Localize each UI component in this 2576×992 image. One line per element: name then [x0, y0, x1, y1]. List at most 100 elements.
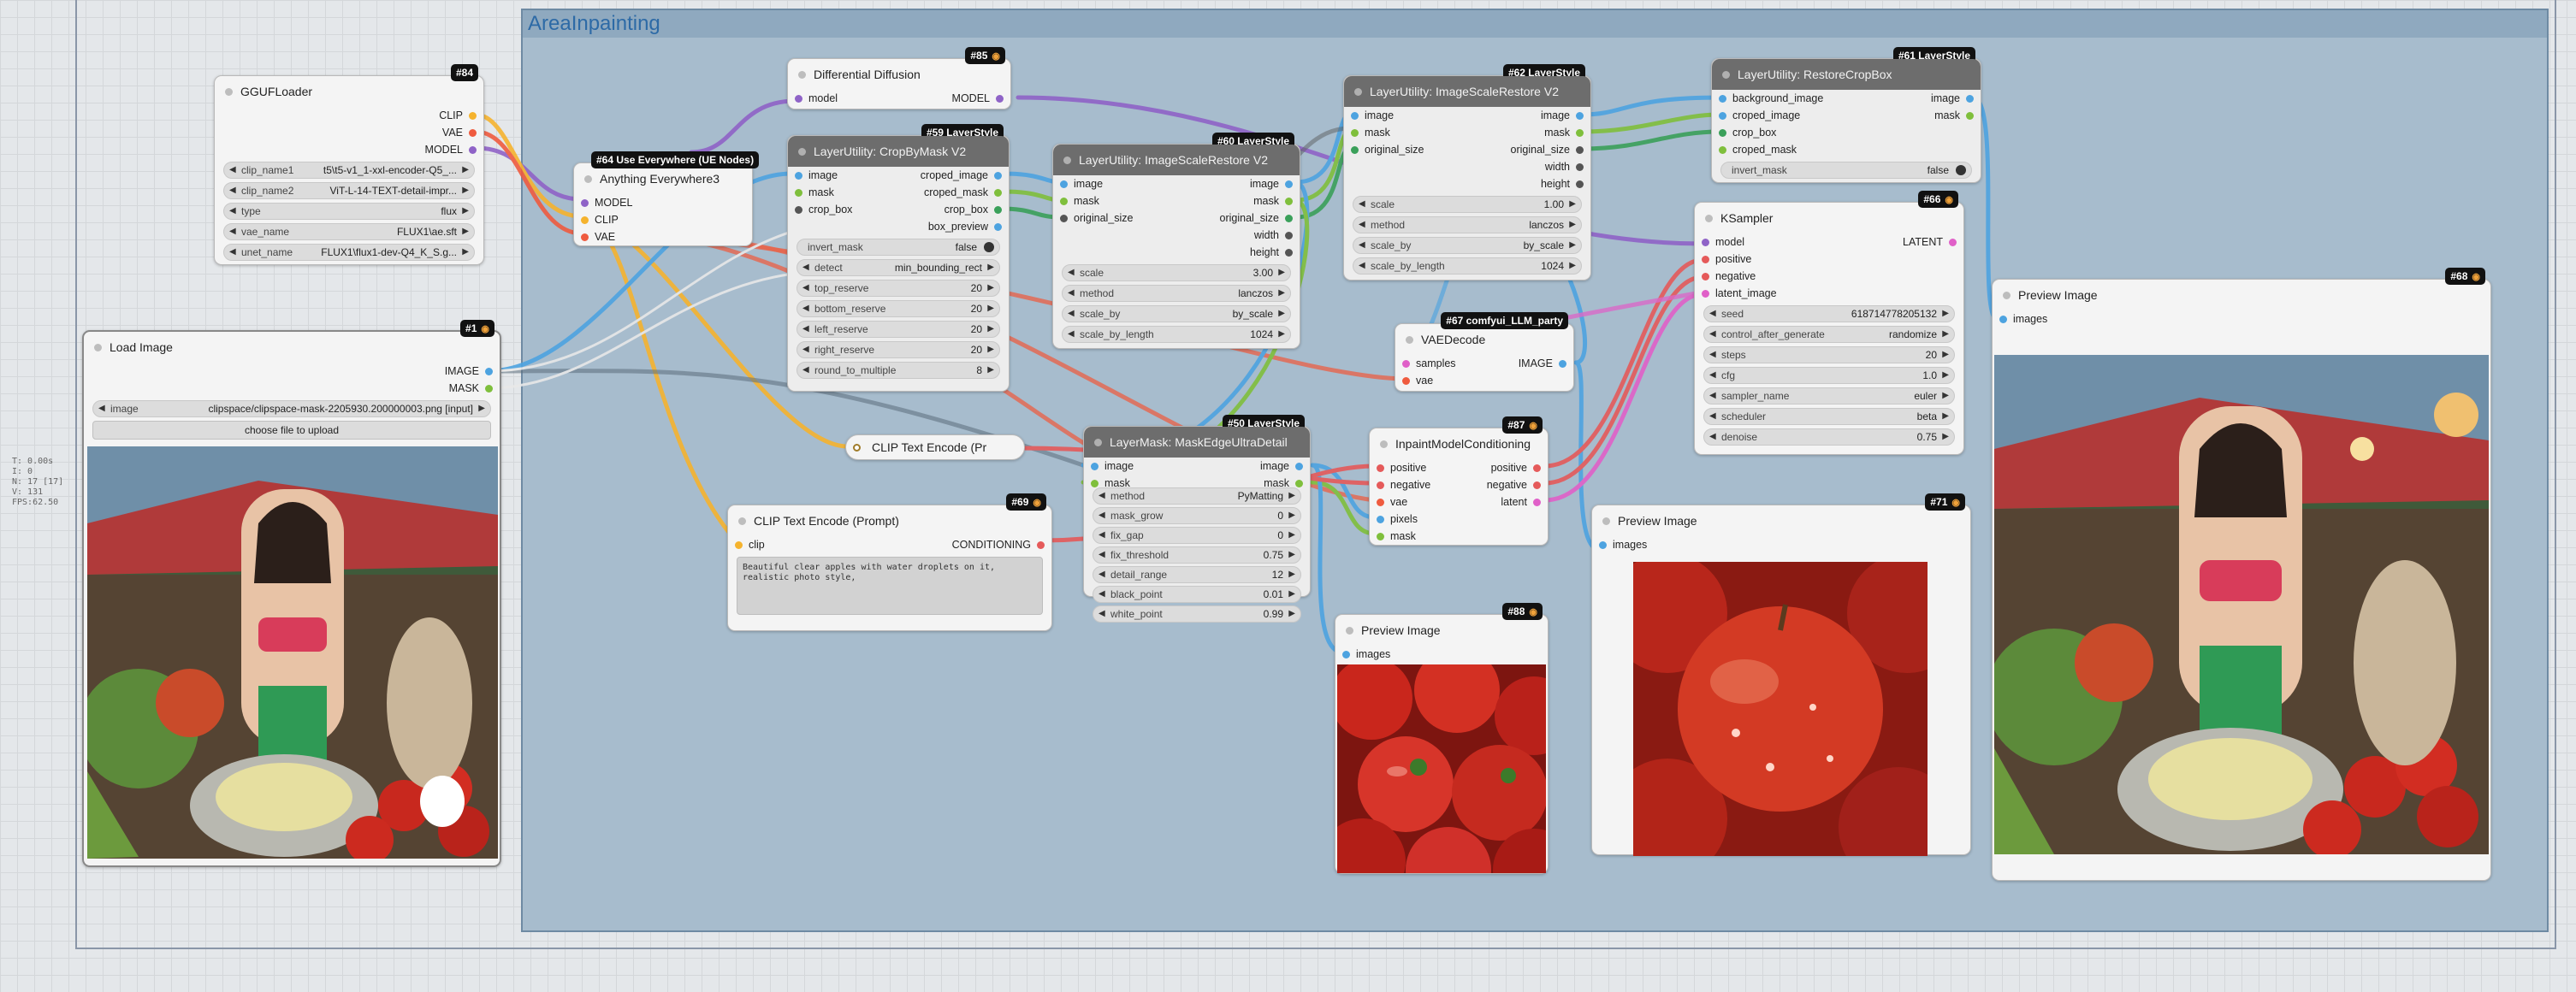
output-image[interactable]: IMAGE	[1484, 355, 1573, 372]
output-original-size[interactable]: original_size	[1176, 210, 1300, 227]
slot-dot[interactable]	[1037, 541, 1045, 549]
slot-dot[interactable]	[1949, 239, 1957, 246]
slot-dot[interactable]	[1719, 129, 1726, 137]
input-samples[interactable]: samples	[1395, 355, 1484, 372]
slot-dot[interactable]	[1559, 360, 1566, 368]
input-image[interactable]: image	[1084, 458, 1197, 475]
widget-scheduler[interactable]: ◀ scheduler beta ▶	[1703, 408, 1955, 425]
input-negative[interactable]: negative	[1695, 268, 1963, 285]
widget-bottom-reserve[interactable]: ◀ bottom_reserve 20 ▶	[796, 300, 1000, 317]
node-title[interactable]: Load Image	[84, 332, 500, 363]
widget-scale-by-length[interactable]: ◀ scale_by_length 1024 ▶	[1062, 326, 1291, 343]
widget-scale-by[interactable]: ◀ scale_by by_scale ▶	[1353, 237, 1582, 254]
node-title[interactable]: LayerUtility: ImageScaleRestore V2	[1344, 76, 1590, 107]
output-image[interactable]: image	[1846, 90, 1981, 107]
slot-dot[interactable]	[1576, 112, 1584, 120]
slot-dot[interactable]	[485, 368, 493, 375]
input-model[interactable]: model	[1695, 233, 1829, 251]
widget-control-after-generate[interactable]: ◀ control_after_generate randomize ▶	[1703, 326, 1955, 343]
slot-dot[interactable]	[1351, 129, 1359, 137]
slot-dot[interactable]	[1702, 290, 1709, 298]
widget-method[interactable]: ◀ method lanczos ▶	[1353, 216, 1582, 233]
output-clip[interactable]: CLIP	[215, 107, 483, 124]
node-ksampler[interactable]: #66 KSampler modelLATENT positive negati…	[1694, 191, 1964, 455]
node-preview-image-68[interactable]: #68 Preview Image images	[1992, 268, 2491, 881]
slot-dot[interactable]	[735, 541, 743, 549]
slot-dot[interactable]	[1576, 146, 1584, 154]
slot-dot[interactable]	[1402, 377, 1410, 385]
slot-dot[interactable]	[1576, 129, 1584, 137]
output-original-size[interactable]: original_size	[1467, 141, 1590, 158]
slot-dot[interactable]	[1285, 198, 1293, 205]
input-positive[interactable]: positive	[1695, 251, 1963, 268]
slot-dot[interactable]	[795, 172, 802, 180]
output-width[interactable]: width	[1053, 227, 1300, 244]
input-mask[interactable]: mask	[1344, 124, 1467, 141]
widget-denoise[interactable]: ◀ denoise 0.75 ▶	[1703, 428, 1955, 446]
input-crop-box[interactable]: crop_box	[1712, 124, 1981, 141]
slot-dot[interactable]	[469, 129, 477, 137]
input-negative[interactable]: negative	[1370, 476, 1459, 493]
slot-dot[interactable]	[1719, 112, 1726, 120]
output-height[interactable]: height	[1344, 175, 1590, 192]
node-restore-crop-box[interactable]: #61 LayerStyle LayerUtility: RestoreCrop…	[1711, 47, 1981, 183]
slot-dot[interactable]	[1533, 481, 1541, 489]
widget-unet-name[interactable]: ◀ unet_name FLUX1\flux1-dev-Q4_K_S.g... ▶	[223, 244, 475, 261]
slot-dot[interactable]	[795, 206, 802, 214]
widget-clip-name1[interactable]: ◀ clip_name1 t5\t5-v1_1-xxl-encoder-Q5_...…	[223, 162, 475, 179]
input-positive[interactable]: positive	[1370, 459, 1459, 476]
slot-dot[interactable]	[1351, 146, 1359, 154]
node-title[interactable]: LayerMask: MaskEdgeUltraDetail	[1084, 427, 1310, 458]
input-mask[interactable]: mask	[1370, 528, 1548, 545]
input-original-size[interactable]: original_size	[1053, 210, 1176, 227]
slot-dot[interactable]	[994, 206, 1002, 214]
slot-dot[interactable]	[1285, 249, 1293, 257]
output-model[interactable]: MODEL	[899, 90, 1010, 107]
widget-round-to-multiple[interactable]: ◀ round_to_multiple 8 ▶	[796, 362, 1000, 379]
input-croped-image[interactable]: croped_image	[1712, 107, 1846, 124]
output-positive[interactable]: positive	[1459, 459, 1548, 476]
node-differential-diffusion[interactable]: #85 Differential Diffusion modelMODEL	[787, 47, 1011, 109]
widget-clip-name2[interactable]: ◀ clip_name2 ViT-L-14-TEXT-detail-impr... ▶	[223, 182, 475, 199]
node-title[interactable]: Anything Everywhere3	[574, 163, 752, 194]
slot-dot[interactable]	[994, 172, 1002, 180]
node-title[interactable]: Preview Image	[1335, 615, 1548, 646]
node-preview-image-88[interactable]: #88 Preview Image images	[1335, 603, 1549, 874]
widget-right-reserve[interactable]: ◀ right_reserve 20 ▶	[796, 341, 1000, 358]
slot-dot[interactable]	[1091, 463, 1099, 470]
slot-dot[interactable]	[1060, 180, 1068, 188]
output-latent[interactable]: latent	[1459, 493, 1548, 511]
output-conditioning[interactable]: CONDITIONING	[890, 536, 1051, 553]
input-model[interactable]: MODEL	[574, 194, 752, 211]
widget-vae-name[interactable]: ◀ vae_name FLUX1\ae.sft ▶	[223, 223, 475, 240]
node-title[interactable]: CLIP Text Encode (Pr	[872, 440, 986, 454]
node-title[interactable]: VAEDecode	[1395, 324, 1573, 355]
widget-steps[interactable]: ◀ steps 20 ▶	[1703, 346, 1955, 363]
output-image[interactable]: image	[1467, 107, 1590, 124]
slot-dot[interactable]	[1702, 256, 1709, 263]
widget-fix-gap[interactable]: ◀ fix_gap 0 ▶	[1093, 527, 1301, 544]
output-mask[interactable]: mask	[1176, 192, 1300, 210]
widget-sampler-name[interactable]: ◀ sampler_name euler ▶	[1703, 387, 1955, 404]
widget-image-select[interactable]: ◀ image clipspace/clipspace-mask-2205930.2…	[92, 400, 491, 417]
widget-mask-grow[interactable]: ◀ mask_grow 0 ▶	[1093, 507, 1301, 524]
input-pixels[interactable]: pixels	[1370, 511, 1548, 528]
widget-scale[interactable]: ◀ scale 3.00 ▶	[1062, 264, 1291, 281]
output-crop-box[interactable]: crop_box	[898, 201, 1009, 218]
input-crop-box[interactable]: crop_box	[788, 201, 898, 218]
slot-dot[interactable]	[795, 189, 802, 197]
node-clip-text-encode-collapsed[interactable]: CLIP Text Encode (Pr	[845, 434, 1025, 460]
node-clip-text-encode[interactable]: #69 CLIP Text Encode (Prompt) clipCONDIT…	[727, 493, 1052, 631]
node-canvas[interactable]: AreaInpainting T: 0.00s I: 0 N: 17 [17] …	[0, 0, 2576, 992]
slot-dot[interactable]	[1999, 316, 2007, 323]
output-model[interactable]: MODEL	[215, 141, 483, 158]
slot-dot[interactable]	[581, 216, 589, 224]
slot-dot[interactable]	[1599, 541, 1607, 549]
slot-dot[interactable]	[1377, 481, 1384, 489]
slot-dot[interactable]	[1719, 95, 1726, 103]
slot-dot[interactable]	[1285, 180, 1293, 188]
output-mask[interactable]: MASK	[84, 380, 500, 397]
toggle-invert-mask[interactable]: invert_mask false	[1720, 162, 1972, 179]
slot-dot[interactable]	[1576, 180, 1584, 188]
output-vae[interactable]: VAE	[215, 124, 483, 141]
